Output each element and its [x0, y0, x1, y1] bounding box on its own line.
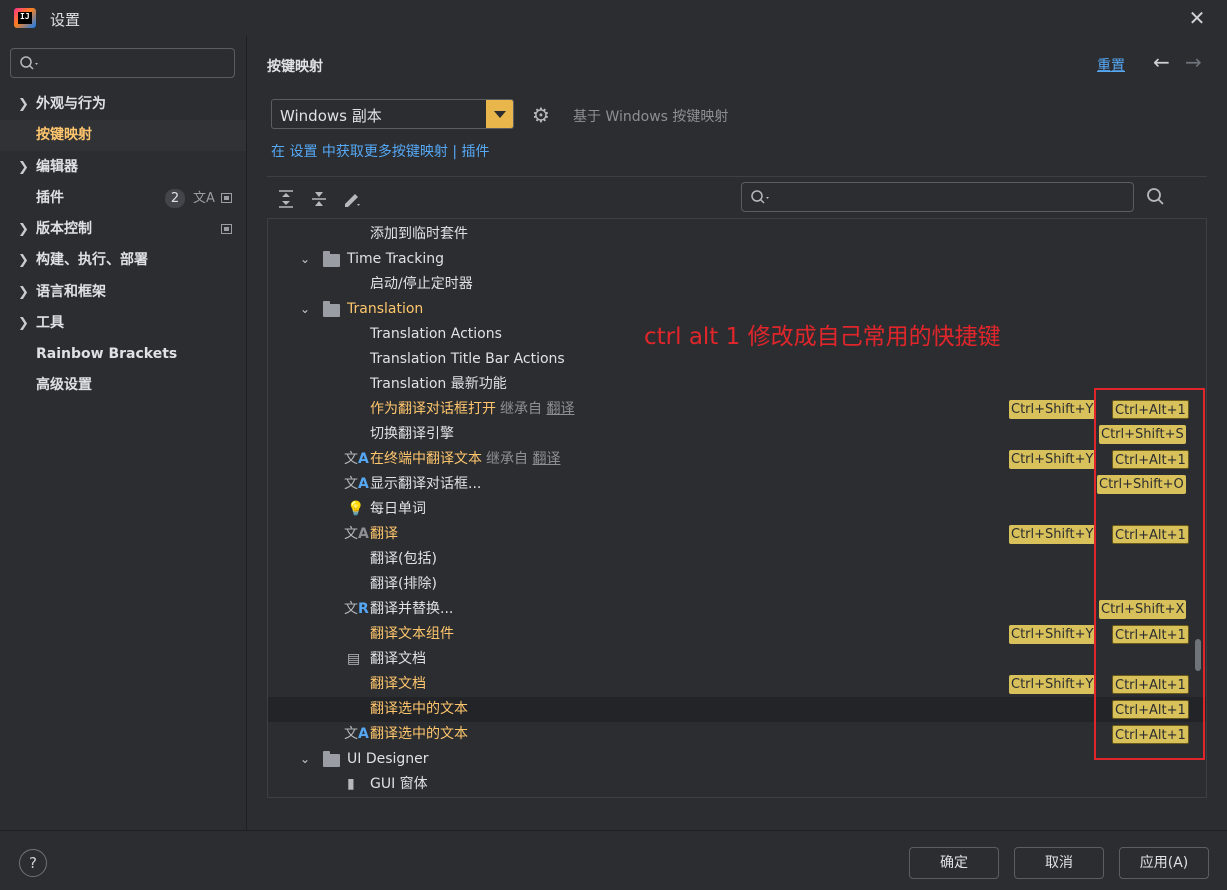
- tree-row[interactable]: 文A 显示翻译对话框... Ctrl+Shift+O: [268, 472, 1206, 497]
- collapse-all-icon[interactable]: [310, 189, 328, 209]
- gear-icon[interactable]: ⚙: [532, 103, 550, 127]
- sidebar-item-keymap[interactable]: 按键映射: [0, 120, 246, 151]
- shortcut-badge: Ctrl+Shift+Y: [1009, 625, 1096, 644]
- dialog-footer: ? 确定 取消 应用(A): [0, 830, 1227, 890]
- sidebar-item-tools[interactable]: ❯ 工具: [0, 308, 246, 339]
- inherit-note: 继承自 翻译: [500, 401, 575, 417]
- settings-sidebar: ❯ 外观与行为 按键映射 ❯ 编辑器 插件 2 文A ❯ 版本控制 ❯ 构建、执…: [0, 36, 246, 830]
- based-on-label: 基于 Windows 按键映射: [573, 109, 729, 125]
- plugins-update-badge: 2: [165, 189, 185, 208]
- tree-row[interactable]: 切换翻译引擎 Ctrl+Shift+S: [268, 422, 1206, 447]
- help-button[interactable]: ?: [19, 849, 47, 877]
- sidebar-item-languages[interactable]: ❯ 语言和框架: [0, 277, 246, 308]
- expand-arrow-icon[interactable]: ⌄: [300, 247, 310, 272]
- divider: [267, 176, 1207, 177]
- translate-replace-icon: 文R: [344, 601, 369, 617]
- tree-row[interactable]: 翻译文档 Ctrl+Shift+Y Ctrl+Alt+1: [268, 672, 1206, 697]
- sidebar-item-advanced[interactable]: 高级设置: [0, 370, 246, 401]
- page-title: 按键映射: [267, 59, 323, 75]
- sidebar-item-appearance[interactable]: ❯ 外观与行为: [0, 89, 246, 120]
- keymap-dropdown[interactable]: Windows 副本: [271, 99, 514, 129]
- shortcut-badge: Ctrl+Shift+Y: [1009, 450, 1096, 469]
- expand-all-icon[interactable]: [277, 189, 295, 209]
- search-icon: [751, 190, 769, 204]
- tree-row[interactable]: ⌄ UI Designer: [268, 747, 1206, 772]
- keymap-panel: 按键映射 重置 ← → Windows 副本 ⚙ 基于 Windows 按键映射…: [246, 36, 1227, 830]
- translate-icon: 文A: [193, 191, 215, 206]
- folder-icon: [323, 251, 340, 267]
- plugins-link[interactable]: 插件: [462, 144, 490, 160]
- expand-arrow-icon[interactable]: ⌄: [300, 747, 310, 772]
- chevron-right-icon: ❯: [18, 160, 29, 175]
- translate-icon: 文A: [344, 726, 369, 742]
- sidebar-item-vcs[interactable]: ❯ 版本控制: [0, 214, 246, 245]
- keymap-action-tree[interactable]: 添加到临时套件 ⌄ Time Tracking 启动/停止定时器 ⌄ Trans…: [267, 218, 1207, 798]
- tree-row[interactable]: 💡 每日单词: [268, 497, 1206, 522]
- form-file-icon: ▮: [347, 776, 355, 792]
- sidebar-item-editor[interactable]: ❯ 编辑器: [0, 152, 246, 183]
- tree-row[interactable]: 翻译文本组件 Ctrl+Shift+Y Ctrl+Alt+1: [268, 622, 1206, 647]
- shortcut-badge: Ctrl+Shift+Y: [1009, 675, 1096, 694]
- folder-icon: [323, 751, 340, 767]
- reset-link[interactable]: 重置: [1097, 55, 1125, 75]
- shortcut-badge: Ctrl+Shift+Y: [1009, 400, 1096, 419]
- more-keymaps-link[interactable]: 在 设置 中获取更多按键映射 | 插件: [271, 141, 490, 161]
- tree-row[interactable]: 文A 翻译 Ctrl+Shift+Y Ctrl+Alt+1: [268, 522, 1206, 547]
- keymap-dropdown-value: Windows 副本: [280, 107, 382, 125]
- sidebar-item-build[interactable]: ❯ 构建、执行、部署: [0, 245, 246, 276]
- find-by-shortcut-icon[interactable]: [1145, 186, 1167, 208]
- chevron-right-icon: ❯: [18, 285, 29, 300]
- back-arrow-icon[interactable]: ←: [1153, 50, 1170, 74]
- translate-icon: 文A: [344, 476, 369, 492]
- close-icon[interactable]: ✕: [1186, 7, 1208, 29]
- cancel-button[interactable]: 取消: [1014, 847, 1104, 879]
- tree-row[interactable]: 启动/停止定时器: [268, 272, 1206, 297]
- tree-row[interactable]: 文A 在终端中翻译文本 继承自 翻译 Ctrl+Shift+Y Ctrl+Alt+…: [268, 447, 1206, 472]
- expand-arrow-icon[interactable]: ⌄: [300, 297, 310, 322]
- sidebar-item-rainbow-brackets[interactable]: Rainbow Brackets: [0, 339, 246, 370]
- tree-row[interactable]: 添加到临时套件: [268, 222, 1206, 247]
- sidebar-item-plugins[interactable]: 插件 2 文A: [0, 183, 246, 214]
- dropdown-arrow-icon[interactable]: [486, 100, 513, 128]
- lightbulb-icon: 💡: [347, 501, 365, 517]
- chevron-right-icon: ❯: [18, 97, 29, 112]
- search-icon: [20, 56, 38, 70]
- folder-icon: [323, 301, 340, 317]
- tree-row[interactable]: 翻译(排除): [268, 572, 1206, 597]
- title-bar: IJ 设置 ✕: [0, 0, 1227, 36]
- chevron-right-icon: ❯: [18, 222, 29, 237]
- tree-row[interactable]: 文R 翻译并替换... Ctrl+Shift+X: [268, 597, 1206, 622]
- tree-row[interactable]: Translation 最新功能: [268, 372, 1206, 397]
- tree-row[interactable]: ▤ 翻译文档: [268, 647, 1206, 672]
- action-search-input[interactable]: [741, 182, 1134, 212]
- window-icon: [221, 193, 232, 203]
- shortcut-badge: Ctrl+Shift+Y: [1009, 525, 1096, 544]
- annotation-text: ctrl alt 1 修改成自己常用的快捷键: [644, 324, 1001, 350]
- apply-button[interactable]: 应用(A): [1119, 847, 1209, 879]
- translate-icon: 文A: [344, 451, 369, 467]
- chevron-right-icon: ❯: [18, 253, 29, 268]
- window-icon: [221, 224, 232, 234]
- document-icon: ▤: [347, 651, 361, 667]
- forward-arrow-icon[interactable]: →: [1185, 50, 1202, 74]
- chevron-right-icon: ❯: [18, 316, 29, 331]
- tree-row[interactable]: 翻译(包括): [268, 547, 1206, 572]
- ok-button[interactable]: 确定: [909, 847, 999, 879]
- tree-row[interactable]: 作为翻译对话框打开 继承自 翻译 Ctrl+Shift+Y Ctrl+Alt+1: [268, 397, 1206, 422]
- translate-icon: 文A: [344, 526, 369, 542]
- app-logo-icon: IJ: [14, 8, 36, 28]
- tree-row[interactable]: ▮ GUI 窗体: [268, 772, 1206, 797]
- sidebar-search-input[interactable]: [10, 48, 235, 78]
- tree-row-selected[interactable]: 翻译选中的文本 Ctrl+Alt+1: [268, 697, 1206, 722]
- annotation-highlight-box: [1094, 388, 1205, 760]
- inherit-note: 继承自 翻译: [486, 451, 561, 467]
- edit-pencil-icon[interactable]: [342, 189, 362, 209]
- tree-row[interactable]: ⌄ Time Tracking: [268, 247, 1206, 272]
- window-title: 设置: [50, 11, 81, 29]
- tree-row[interactable]: 文A 翻译选中的文本 Ctrl+Alt+1: [268, 722, 1206, 747]
